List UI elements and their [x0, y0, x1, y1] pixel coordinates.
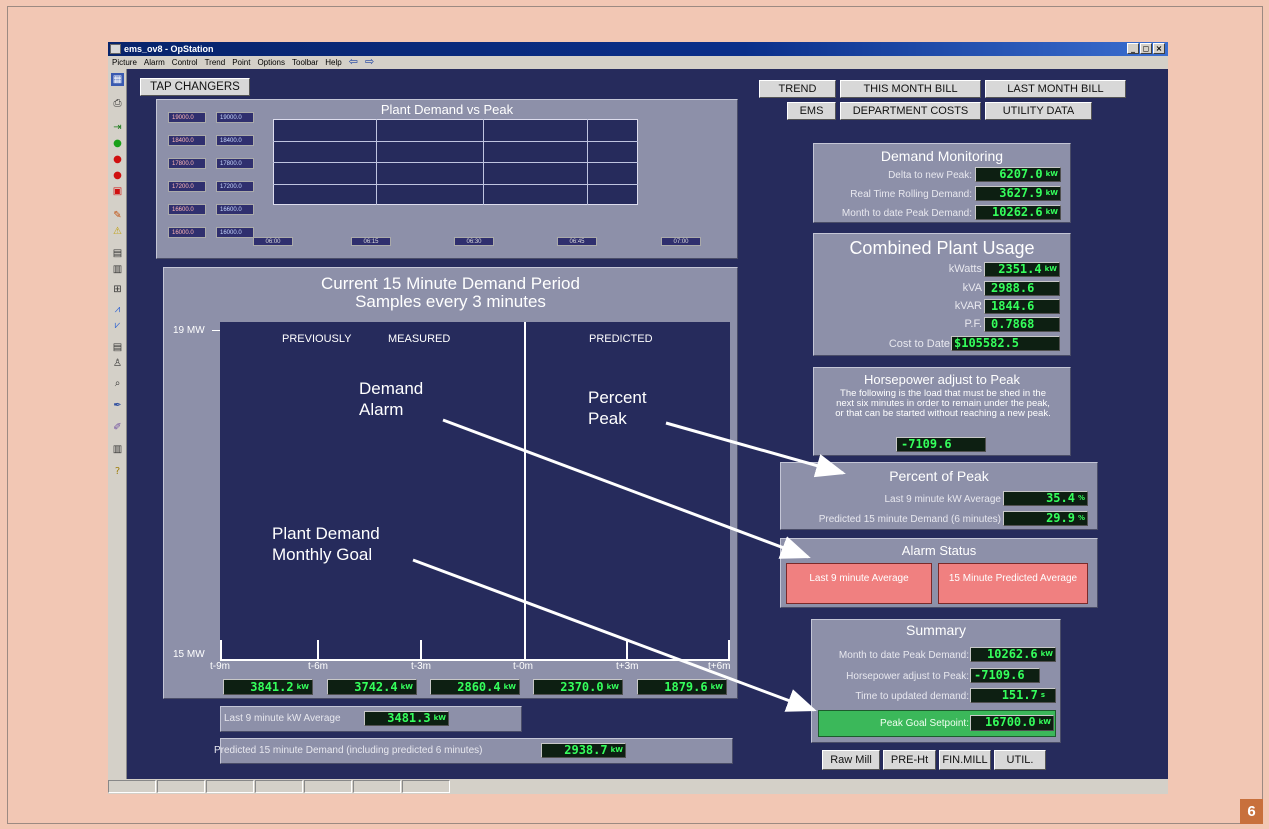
status-segment	[402, 780, 450, 793]
annotation-demand-alarm: Demand Alarm	[359, 379, 424, 419]
percent-peak-arrow	[665, 421, 846, 478]
monthly-goal-arrow	[412, 558, 817, 712]
status-bar	[108, 779, 1168, 794]
annotation-monthly-goal: Plant Demand Monthly Goal	[272, 524, 380, 564]
status-segment	[304, 780, 352, 793]
status-segment	[108, 780, 156, 793]
demand-alarm-arrow	[442, 418, 811, 559]
status-segment	[157, 780, 205, 793]
annotation-percent-peak: Percent Peak	[588, 388, 647, 428]
opstation-window: ems_ov8 - OpStation _ ◻ × Picture Alarm …	[108, 42, 1168, 794]
status-segment	[353, 780, 401, 793]
status-segment	[255, 780, 303, 793]
status-segment	[206, 780, 254, 793]
figure-number: 6	[1240, 799, 1263, 824]
